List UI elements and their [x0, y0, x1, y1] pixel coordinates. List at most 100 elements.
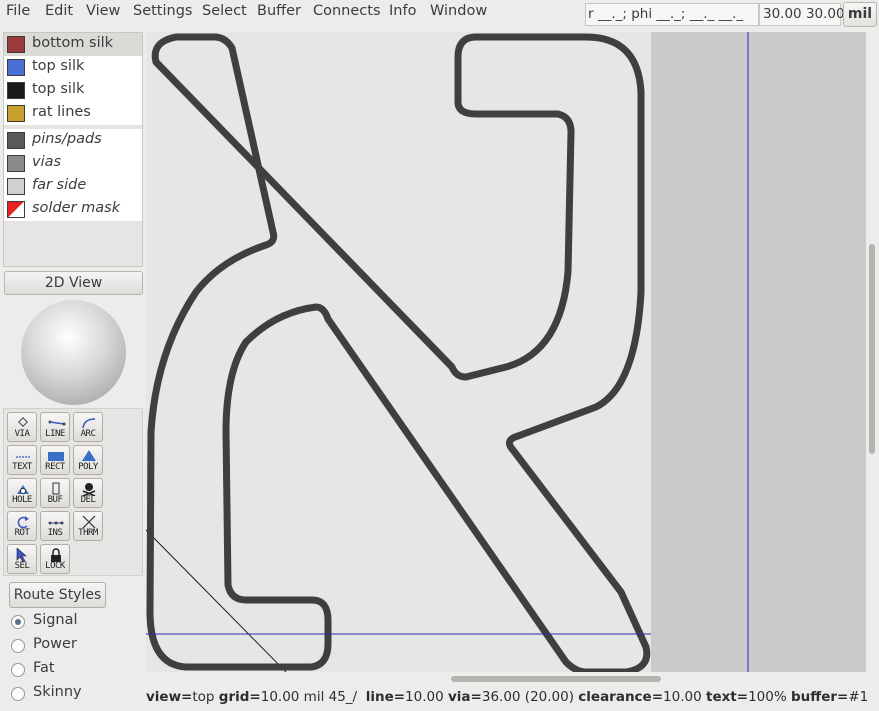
line-icon: [48, 420, 66, 426]
route-style-label: Fat: [33, 660, 55, 676]
tool-label: LOCK: [45, 561, 65, 571]
layer-color-swatch[interactable]: [7, 36, 25, 53]
layer-color-swatch[interactable]: [7, 155, 25, 172]
hole-icon: [17, 485, 29, 494]
layer-row-bottom-silk[interactable]: bottom silk: [4, 33, 142, 56]
outside-board-area: [651, 32, 866, 672]
layer-color-swatch[interactable]: [7, 178, 25, 195]
tool-label: VIA: [14, 429, 30, 439]
lock-icon: [51, 548, 61, 562]
layer-row-pins-pads[interactable]: pins/pads: [4, 129, 142, 152]
status-bar: view=top grid=10.00 mil 45_/ line=10.00 …: [146, 689, 879, 709]
status-grid-value: 10.00 mil: [260, 689, 325, 705]
arc-icon: [82, 418, 96, 429]
radio-button[interactable]: [11, 639, 25, 653]
tool-label: POLY: [78, 462, 98, 472]
insert-tool-button[interactable]: INS: [40, 511, 70, 541]
select-arrow-icon: [16, 548, 27, 562]
via-tool-button[interactable]: VIA: [7, 412, 37, 442]
status-text-value: 100%: [748, 689, 787, 705]
horizontal-scrollbar[interactable]: [146, 672, 866, 685]
radio-button[interactable]: [11, 687, 25, 701]
layer-label: top silk: [32, 81, 85, 97]
line-tool-button[interactable]: LINE: [40, 412, 70, 442]
tool-label: LINE: [45, 429, 65, 439]
pcb-drawing: [146, 32, 866, 672]
rotate-tool-button[interactable]: ROT: [7, 511, 37, 541]
menubar: File Edit View Settings Select Buffer Co…: [0, 0, 879, 27]
route-styles-button[interactable]: Route Styles: [9, 582, 106, 608]
text-tool-button[interactable]: TEXT: [7, 445, 37, 475]
radio-button[interactable]: [11, 615, 25, 629]
pcb-drawing-canvas[interactable]: [146, 32, 866, 672]
menu-connects[interactable]: Connects: [313, 3, 381, 19]
status-grid-key: grid=: [218, 689, 261, 705]
status-buffer-value: #1: [848, 689, 869, 705]
route-style-label: Signal: [33, 612, 78, 628]
tool-palette: VIA LINE ARC TEXT RECT POLY HOLE BUF DEL…: [3, 408, 143, 576]
tool-label: SEL: [14, 561, 30, 571]
layer-color-swatch[interactable]: [7, 82, 25, 99]
layer-color-swatch[interactable]: [7, 132, 25, 149]
layer-color-swatch-solder-mask[interactable]: [7, 201, 25, 218]
arc-tool-button[interactable]: ARC: [73, 412, 103, 442]
layer-color-swatch[interactable]: [7, 59, 25, 76]
menu-edit[interactable]: Edit: [45, 3, 73, 19]
menu-info[interactable]: Info: [389, 3, 416, 19]
layer-row-solder-mask[interactable]: solder mask: [4, 198, 142, 221]
status-view-key: view=: [146, 689, 193, 705]
layer-row-rat-lines[interactable]: rat lines: [4, 102, 142, 125]
horizontal-scroll-thumb[interactable]: [451, 676, 661, 682]
buffer-tool-button[interactable]: BUF: [40, 478, 70, 508]
layer-label: bottom silk: [32, 35, 114, 51]
layer-row-top-silk[interactable]: top silk: [4, 79, 142, 102]
status-angle: 45_/: [328, 689, 358, 705]
hole-tool-button[interactable]: HOLE: [7, 478, 37, 508]
route-style-label: Skinny: [33, 684, 82, 700]
text-icon: [16, 456, 30, 458]
layer-label: solder mask: [32, 200, 121, 216]
rect-tool-button[interactable]: RECT: [40, 445, 70, 475]
tool-label: INS: [47, 528, 63, 538]
tool-label: THRM: [78, 528, 98, 538]
menu-window[interactable]: Window: [430, 3, 487, 19]
menu-select[interactable]: Select: [202, 3, 247, 19]
menu-view[interactable]: View: [86, 3, 120, 19]
status-line-value: 10.00: [405, 689, 444, 705]
layer-label: top silk: [32, 58, 85, 74]
layer-color-swatch[interactable]: [7, 105, 25, 122]
layer-row-top-silk-blue[interactable]: top silk: [4, 56, 142, 79]
thermal-tool-button[interactable]: THRM: [73, 511, 103, 541]
menu-settings[interactable]: Settings: [133, 3, 192, 19]
tool-label: ROT: [14, 528, 30, 538]
vertical-scroll-thumb[interactable]: [869, 244, 875, 454]
menu-buffer[interactable]: Buffer: [257, 3, 301, 19]
vertical-scrollbar[interactable]: [866, 32, 879, 672]
tool-label: ARC: [80, 429, 96, 439]
poly-icon: [82, 450, 96, 461]
radio-button[interactable]: [11, 663, 25, 677]
tool-label: DEL: [80, 495, 96, 505]
view-rotation-sphere[interactable]: [21, 300, 126, 405]
route-styles-panel: Route Styles Signal Power Fat Skinny: [3, 578, 143, 708]
status-via-key: via=: [448, 689, 482, 705]
delete-tool-button[interactable]: DEL: [73, 478, 103, 508]
layer-label: vias: [32, 154, 62, 170]
status-buffer-key: buffer=: [790, 689, 849, 705]
status-line-key: line=: [365, 689, 406, 705]
2d-view-button[interactable]: 2D View: [4, 271, 143, 295]
lock-tool-button[interactable]: LOCK: [40, 544, 70, 574]
cursor-position-readout: 30.00 30.00: [759, 3, 845, 26]
rect-icon: [48, 452, 64, 461]
layer-row-vias[interactable]: vias: [4, 152, 142, 175]
insert-icon: [48, 521, 64, 525]
layer-list: bottom silk top silk top silk rat lines …: [3, 32, 143, 267]
menu-file[interactable]: File: [6, 3, 30, 19]
layer-row-far-side[interactable]: far side: [4, 175, 142, 198]
unit-toggle-button[interactable]: mil: [843, 2, 877, 27]
poly-tool-button[interactable]: POLY: [73, 445, 103, 475]
layer-label: rat lines: [32, 104, 91, 120]
status-via-value: 36.00 (20.00): [481, 689, 574, 705]
layer-label: pins/pads: [32, 131, 102, 147]
select-tool-button[interactable]: SEL: [7, 544, 37, 574]
